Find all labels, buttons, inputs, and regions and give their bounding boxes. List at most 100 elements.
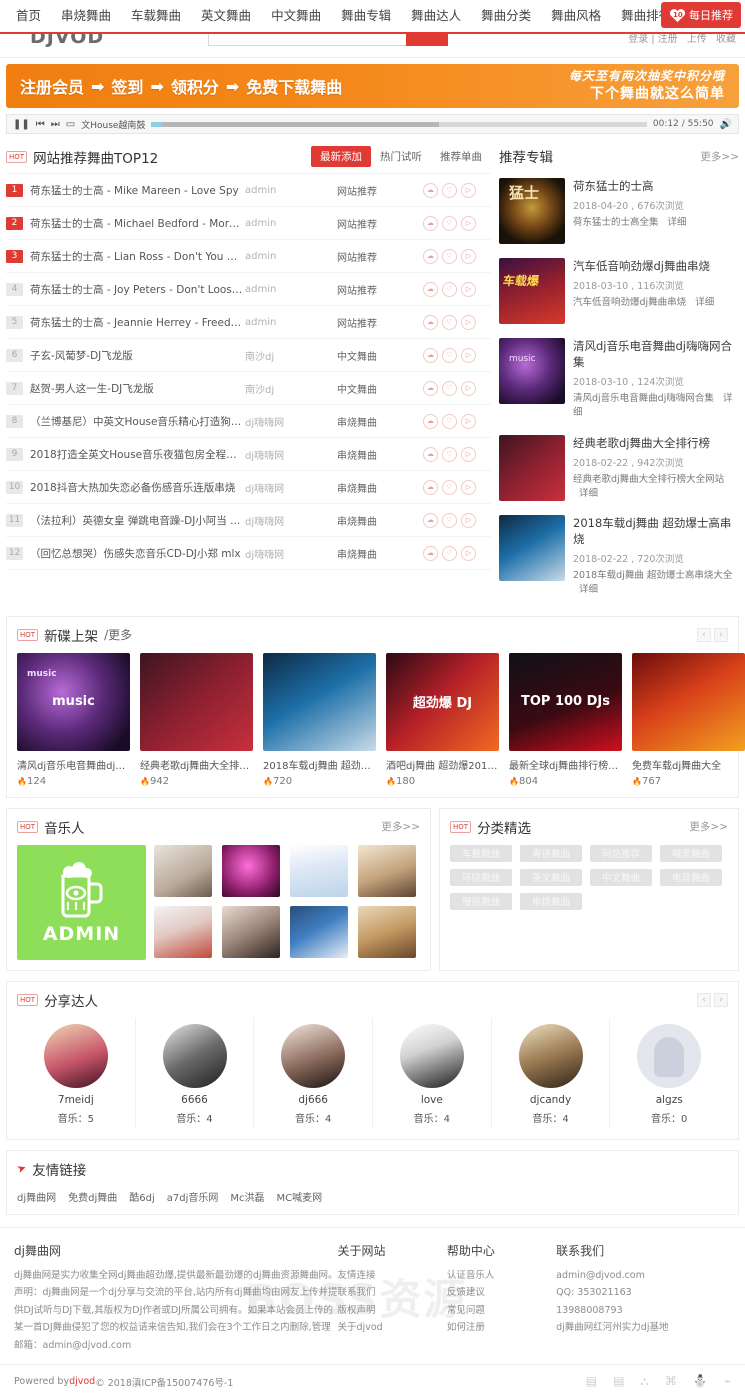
avatar[interactable] xyxy=(43,1023,108,1088)
table-row[interactable]: 8 （兰博基尼）中英文House音乐精心打造狗... dj嗨嗨网 串烧舞曲 ☁ … xyxy=(6,405,491,438)
expert-name[interactable]: djcandy xyxy=(492,1094,610,1106)
next-track-icon[interactable]: ⏭ xyxy=(51,119,60,130)
admin-musician-tile[interactable]: ADMIN xyxy=(17,844,146,960)
play-icon[interactable]: ▷ xyxy=(461,347,476,363)
avatar[interactable] xyxy=(162,1023,227,1088)
cloud-download-icon[interactable]: ☁ xyxy=(423,380,438,396)
table-row[interactable]: 9 2018打造全英文House音乐夜猫包房全程高... dj嗨嗨网 串烧舞曲 … xyxy=(6,438,491,471)
nav-item-5[interactable]: 舞曲专辑 xyxy=(331,0,401,32)
album-cover[interactable] xyxy=(499,338,565,404)
disc-cover[interactable]: music xyxy=(17,652,130,751)
footer-link[interactable]: 反馈建议 xyxy=(447,1284,556,1302)
album-title[interactable]: 清风dj音乐电音舞曲dj嗨嗨网合集 xyxy=(573,338,739,370)
friend-link[interactable]: 酷6dj xyxy=(129,1189,155,1204)
track-category[interactable]: 中文舞曲 xyxy=(337,348,423,363)
cloud-download-icon[interactable]: ☁ xyxy=(423,479,438,495)
upload-link[interactable]: 上传 xyxy=(684,34,710,45)
avatar[interactable] xyxy=(154,844,212,897)
heart-icon[interactable]: ♡ xyxy=(442,545,457,561)
heart-icon[interactable]: ♡ xyxy=(442,314,457,330)
cloud-download-icon[interactable]: ☁ xyxy=(423,314,438,330)
avatar[interactable] xyxy=(399,1023,464,1088)
footer-link[interactable]: 常见问题 xyxy=(447,1302,556,1320)
play-icon[interactable]: ▷ xyxy=(461,314,476,330)
daily-recommend-button[interactable]: 10 每日推荐 xyxy=(661,2,741,28)
play-icon[interactable]: ▷ xyxy=(461,479,476,495)
track-name[interactable]: 荷东猛士的士高 - Mike Mareen - Love Spy xyxy=(30,183,245,198)
cloud-download-icon[interactable]: ☁ xyxy=(423,347,438,363)
disc-name[interactable]: 经典老歌dj舞曲大全排行榜 xyxy=(140,757,253,772)
copyright-brand[interactable]: djvod xyxy=(69,1376,95,1387)
footer-link[interactable]: 关于djvod xyxy=(338,1319,447,1337)
disc-name[interactable]: 最新全球dj舞曲排行榜20... xyxy=(509,757,622,772)
friend-link[interactable]: 免费dj舞曲 xyxy=(68,1189,117,1204)
friend-link[interactable]: a7dj音乐网 xyxy=(167,1189,219,1204)
footer-link[interactable]: 如何注册 xyxy=(447,1319,556,1337)
avatar[interactable] xyxy=(154,906,212,958)
previous-track-icon[interactable]: ⏮ xyxy=(36,119,45,130)
avatar[interactable] xyxy=(281,1023,346,1088)
friend-link[interactable]: dj舞曲网 xyxy=(17,1189,56,1204)
track-category[interactable]: 串烧舞曲 xyxy=(337,447,423,462)
list-item[interactable]: 7meidj 音乐：5 xyxy=(17,1017,136,1129)
category-tag[interactable]: 慢摇舞曲 xyxy=(450,892,512,910)
cloud-download-icon[interactable]: ☁ xyxy=(423,281,438,297)
track-name[interactable]: 2018抖音大热加失恋必备伤感音乐连版串烧 xyxy=(30,480,245,495)
expert-name[interactable]: love xyxy=(373,1094,491,1106)
new-discs-more-link[interactable]: /更多 xyxy=(104,626,132,643)
table-row[interactable]: 4 荷东猛士的士高 - Joy Peters - Don't Loose ...… xyxy=(6,273,491,306)
play-icon[interactable]: ▷ xyxy=(461,512,476,528)
list-item[interactable]: 超劲爆 DJ 酒吧dj舞曲 超劲爆2017... 🔥180 xyxy=(386,652,499,787)
musicians-more-link[interactable]: 更多>> xyxy=(381,819,420,834)
nav-item-0[interactable]: 首页 xyxy=(6,0,51,32)
avatar[interactable] xyxy=(358,906,416,958)
category-tag[interactable]: 网站推荐 xyxy=(590,844,652,862)
tab-latest[interactable]: 最新添加 xyxy=(311,146,371,167)
heart-icon[interactable]: ♡ xyxy=(442,413,457,429)
expert-name[interactable]: 7meidj xyxy=(17,1094,135,1106)
promo-banner[interactable]: 注册会员 ➡ 签到 ➡ 领积分 ➡ 免费下载舞曲 每天至有两次抽奖中积分哦 下个… xyxy=(6,64,739,108)
album-title[interactable]: 荷东猛士的士高 xyxy=(573,178,739,194)
track-name[interactable]: （兰博基尼）中英文House音乐精心打造狗... xyxy=(30,414,245,429)
list-item[interactable]: 2018车载dj舞曲 超劲爆... 🔥720 xyxy=(263,652,376,787)
disc-name[interactable]: 2018车载dj舞曲 超劲爆... xyxy=(263,757,376,772)
cloud-download-icon[interactable]: ☁ xyxy=(423,215,438,231)
friend-link[interactable]: MC喊麦网 xyxy=(277,1189,323,1204)
category-tag[interactable]: 串烧舞曲 xyxy=(520,892,582,910)
play-icon[interactable]: ▷ xyxy=(461,281,476,297)
register-link[interactable]: 注册 xyxy=(655,34,681,45)
play-icon[interactable]: ▷ xyxy=(461,380,476,396)
category-tag[interactable]: 环绕舞曲 xyxy=(450,868,512,886)
disc-name[interactable]: 清风dj音乐电音舞曲dj嗨... xyxy=(17,757,130,772)
heart-icon[interactable]: ♡ xyxy=(442,512,457,528)
table-row[interactable]: 5 荷东猛士的士高 - Jeannie Herrey - Freedom... … xyxy=(6,306,491,339)
album-detail-link[interactable]: 详细 xyxy=(668,217,687,228)
favorites-link[interactable]: 收藏 xyxy=(713,34,739,45)
nav-item-8[interactable]: 舞曲风格 xyxy=(541,0,611,32)
album-title[interactable]: 汽车低音响劲爆dj舞曲串烧 xyxy=(573,258,739,274)
list-item[interactable]: TOP 100 DJs 最新全球dj舞曲排行榜20... 🔥804 xyxy=(509,652,622,787)
album-cover[interactable] xyxy=(499,258,565,324)
list-item[interactable]: 免费车载dj舞曲大全 🔥767 xyxy=(632,652,745,787)
footer-link[interactable]: 版权声明 xyxy=(338,1302,447,1320)
expert-name[interactable]: algzs xyxy=(610,1094,728,1106)
list-item[interactable]: 汽车低音响劲爆dj舞曲串烧 2018-03-10 , 116次浏览 汽车低音响劲… xyxy=(499,252,739,332)
heart-icon[interactable]: ♡ xyxy=(442,479,457,495)
cloud-download-icon[interactable]: ☁ xyxy=(423,413,438,429)
table-row[interactable]: 7 赵贺-男人这一生-DJ飞龙版 南沙dj 中文舞曲 ☁ ♡ ▷ xyxy=(6,372,491,405)
track-category[interactable]: 串烧舞曲 xyxy=(337,414,423,429)
tab-recommended[interactable]: 推荐单曲 xyxy=(431,146,491,167)
play-icon[interactable]: ▷ xyxy=(461,248,476,264)
track-category[interactable]: 网站推荐 xyxy=(337,315,423,330)
disc-cover[interactable] xyxy=(140,652,253,751)
albums-more-link[interactable]: 更多>> xyxy=(700,149,739,164)
disc-name[interactable]: 酒吧dj舞曲 超劲爆2017... xyxy=(386,757,499,772)
nav-item-3[interactable]: 英文舞曲 xyxy=(191,0,261,32)
album-cover[interactable] xyxy=(499,434,565,501)
track-name[interactable]: 荷东猛士的士高 - Joy Peters - Don't Loose ... xyxy=(30,282,245,297)
cloud-download-icon[interactable]: ☁ xyxy=(423,545,438,561)
table-row[interactable]: 10 2018抖音大热加失恋必备伤感音乐连版串烧 dj嗨嗨网 串烧舞曲 ☁ ♡ … xyxy=(6,471,491,504)
track-category[interactable]: 网站推荐 xyxy=(337,282,423,297)
weibo-icon[interactable]: ▤ xyxy=(586,1374,597,1389)
cloud-download-icon[interactable]: ☁ xyxy=(423,446,438,462)
